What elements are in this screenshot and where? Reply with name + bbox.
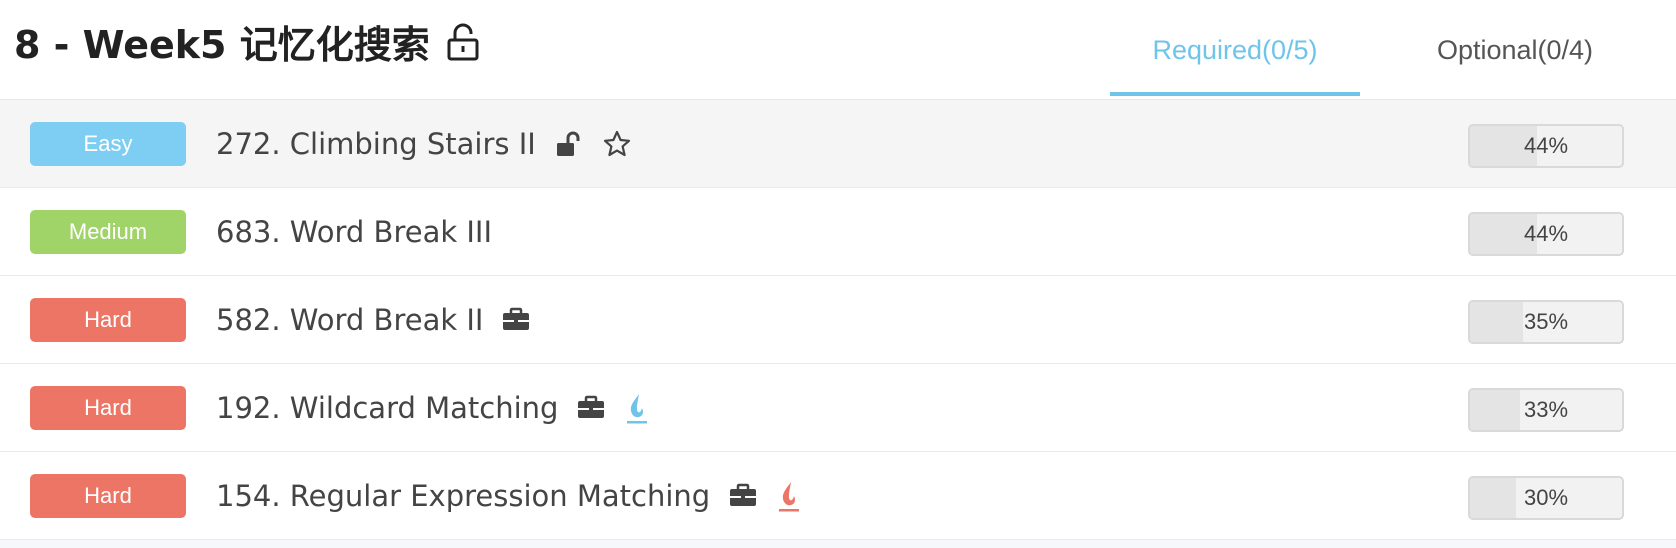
briefcase-icon bbox=[576, 393, 606, 423]
problem-title-link[interactable]: 272. Climbing Stairs II bbox=[216, 127, 536, 161]
blue-flame-icon bbox=[624, 391, 650, 425]
problem-info: 582. Word Break II bbox=[216, 276, 531, 364]
page-title-text: 8 - Week5 记忆化搜索 bbox=[14, 23, 430, 67]
acceptance-rate-bar: 44% bbox=[1468, 124, 1624, 168]
section-header: 8 - Week5 记忆化搜索 Required(0/5) Optional(0… bbox=[0, 0, 1676, 100]
problem-info: 683. Word Break III bbox=[216, 188, 492, 276]
problem-info: 272. Climbing Stairs II bbox=[216, 100, 632, 188]
acceptance-rate-text: 44% bbox=[1523, 221, 1569, 246]
problem-row[interactable]: Hard 154. Regular Expression Matching 30… bbox=[0, 452, 1676, 540]
bottom-divider bbox=[0, 540, 1676, 548]
acceptance-rate-bar: 44% bbox=[1468, 212, 1624, 256]
page-title: 8 - Week5 记忆化搜索 bbox=[14, 14, 480, 69]
unlocked-lock-icon bbox=[446, 22, 480, 62]
blue-flame-svg bbox=[627, 394, 648, 424]
briefcase-svg bbox=[503, 307, 530, 330]
unlock-icon bbox=[554, 129, 584, 159]
problem-row[interactable]: Hard 582. Word Break II 35% bbox=[0, 276, 1676, 364]
tab-required[interactable]: Required(0/5) bbox=[1110, 0, 1360, 100]
problem-list-page: 8 - Week5 记忆化搜索 Required(0/5) Optional(0… bbox=[0, 0, 1676, 548]
acceptance-rate-text: 35% bbox=[1523, 309, 1569, 334]
red-flame-svg bbox=[779, 482, 800, 512]
star-icon[interactable] bbox=[602, 129, 632, 159]
unlock-svg bbox=[556, 131, 580, 156]
problem-info: 154. Regular Expression Matching bbox=[216, 452, 802, 540]
problem-row[interactable]: Easy 272. Climbing Stairs II 44% bbox=[0, 100, 1676, 188]
briefcase-icon bbox=[728, 481, 758, 511]
difficulty-badge: Medium bbox=[30, 210, 186, 254]
acceptance-rate-bar: 30% bbox=[1468, 476, 1624, 520]
star-svg bbox=[603, 130, 630, 157]
problem-title-link[interactable]: 192. Wildcard Matching bbox=[216, 391, 558, 425]
problem-row[interactable]: Hard 192. Wildcard Matching 33% bbox=[0, 364, 1676, 452]
difficulty-badge: Easy bbox=[30, 122, 186, 166]
difficulty-badge: Hard bbox=[30, 386, 186, 430]
problem-info: 192. Wildcard Matching bbox=[216, 364, 650, 452]
tab-bar: Required(0/5) Optional(0/4) bbox=[1110, 0, 1676, 100]
difficulty-badge: Hard bbox=[30, 474, 186, 518]
briefcase-svg bbox=[578, 395, 605, 418]
problem-title-link[interactable]: 683. Word Break III bbox=[216, 215, 492, 249]
red-flame-icon bbox=[776, 479, 802, 513]
acceptance-rate-bar: 35% bbox=[1468, 300, 1624, 344]
problem-list: Easy 272. Climbing Stairs II 44% Medium … bbox=[0, 100, 1676, 540]
briefcase-svg bbox=[730, 483, 757, 506]
difficulty-badge: Hard bbox=[30, 298, 186, 342]
acceptance-rate-bar: 33% bbox=[1468, 388, 1624, 432]
briefcase-icon bbox=[501, 305, 531, 335]
tab-optional[interactable]: Optional(0/4) bbox=[1400, 0, 1630, 100]
acceptance-rate-text: 44% bbox=[1523, 133, 1569, 158]
problem-title-link[interactable]: 582. Word Break II bbox=[216, 303, 483, 337]
problem-title-link[interactable]: 154. Regular Expression Matching bbox=[216, 479, 710, 513]
acceptance-rate-text: 30% bbox=[1523, 485, 1569, 510]
problem-row[interactable]: Medium 683. Word Break III 44% bbox=[0, 188, 1676, 276]
unlocked-lock-svg bbox=[447, 23, 479, 60]
acceptance-rate-text: 33% bbox=[1523, 397, 1569, 422]
